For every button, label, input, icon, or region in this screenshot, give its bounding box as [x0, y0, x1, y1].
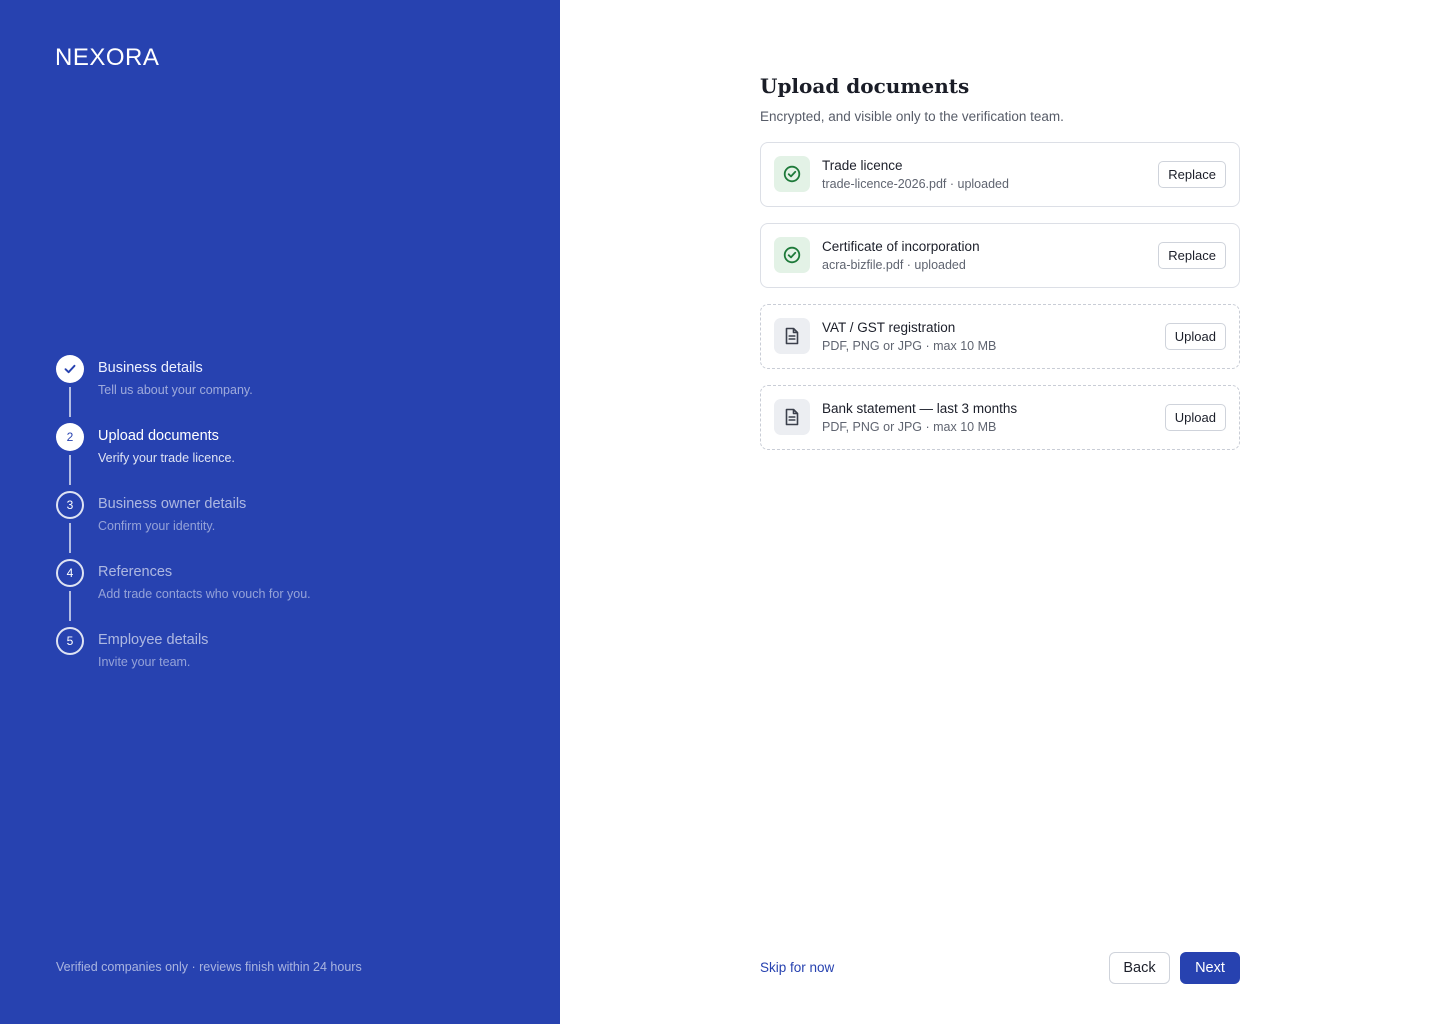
upload-button[interactable]: Upload [1164, 404, 1226, 431]
step-description: Tell us about your company. [98, 383, 253, 397]
document-icon [774, 318, 810, 354]
step-description: Confirm your identity. [98, 519, 216, 533]
document-name: Trade licence [822, 158, 903, 173]
replace-button[interactable]: Replace [1158, 161, 1226, 188]
step-description: Add trade contacts who vouch for you. [98, 587, 311, 601]
step-connector [69, 523, 71, 553]
step-connector [69, 591, 71, 621]
document-meta: acra-bizfile.pdf · uploaded [822, 258, 966, 272]
step-title: Employee details [98, 632, 209, 648]
step-title: Business owner details [98, 496, 247, 512]
document-meta: trade-licence-2026.pdf · uploaded [822, 177, 1009, 191]
skip-for-now-link[interactable]: Skip for now [760, 960, 834, 975]
replace-button[interactable]: Replace [1158, 242, 1226, 269]
step-title: Business details [98, 360, 203, 376]
brand-logo: NEXORA [55, 44, 160, 71]
document-name: Bank statement — last 3 months [822, 401, 1018, 416]
next-button[interactable]: Next [1180, 952, 1240, 984]
document-name: VAT / GST registration [822, 320, 956, 335]
document-meta: PDF, PNG or JPG · max 10 MB [822, 420, 997, 434]
step-description: Verify your trade licence. [98, 451, 235, 465]
step-number: 2 [56, 423, 84, 451]
step-number: 5 [56, 627, 84, 655]
check-circle-icon [774, 237, 810, 273]
step-title: Upload documents [98, 428, 219, 444]
step-description: Invite your team. [98, 655, 191, 669]
document-certificate-of-incorporation: Certificate of incorporation acra-bizfil… [760, 223, 1240, 288]
document-bank-statement[interactable]: Bank statement — last 3 months PDF, PNG … [760, 385, 1240, 450]
step-connector [69, 387, 71, 417]
page-subtitle: Encrypted, and visible only to the verif… [760, 109, 1064, 124]
document-icon [774, 399, 810, 435]
upload-button[interactable]: Upload [1164, 323, 1226, 350]
document-trade-licence: Trade licence trade-licence-2026.pdf · u… [760, 142, 1240, 207]
back-button[interactable]: Back [1109, 952, 1170, 984]
document-name: Certificate of incorporation [822, 239, 980, 254]
step-check-icon [56, 355, 84, 383]
step-number: 4 [56, 559, 84, 587]
document-vat-gst-registration[interactable]: VAT / GST registration PDF, PNG or JPG ·… [760, 304, 1240, 369]
step-connector [69, 455, 71, 485]
sidebar-footnote: Verified companies only · reviews finish… [56, 960, 362, 974]
onboarding-sidebar: NEXORA Business details Tell us about yo… [0, 0, 560, 1024]
step-title: References [98, 564, 173, 580]
page-title: Upload documents [760, 74, 970, 98]
document-meta: PDF, PNG or JPG · max 10 MB [822, 339, 997, 353]
step-number: 3 [56, 491, 84, 519]
check-circle-icon [774, 156, 810, 192]
